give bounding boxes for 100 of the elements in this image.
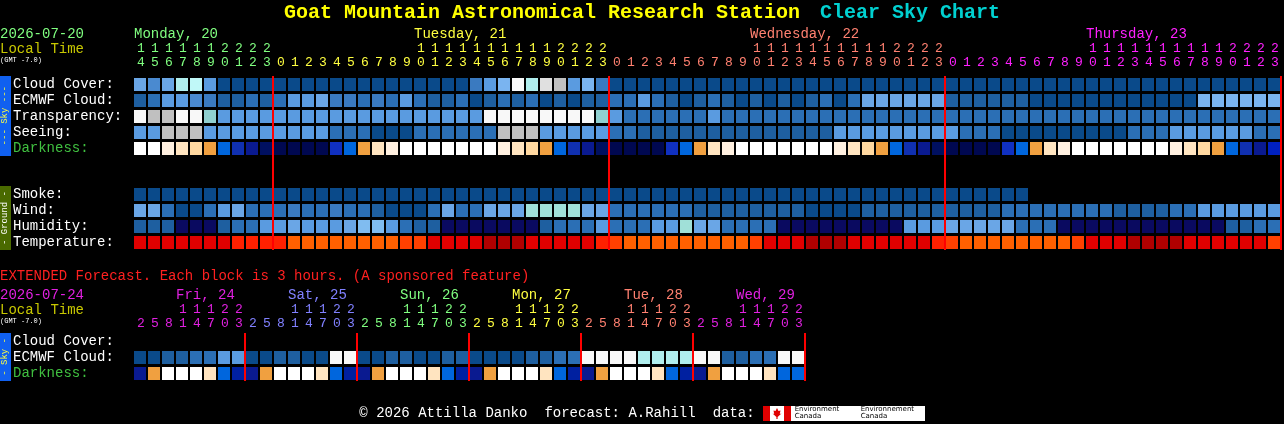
row-label: Cloud Cover: [13, 333, 114, 349]
day-label: Thursday, 23 [1086, 26, 1187, 42]
hour-label: 23 [598, 42, 608, 70]
hour-label: 5 [1018, 56, 1028, 70]
day-label: Fri, 24 [176, 287, 235, 303]
hour-label: 22 [920, 42, 930, 70]
hour-label: 8 [724, 56, 734, 70]
hour-label: 23 [262, 42, 272, 70]
hour-label: 7 [710, 56, 720, 70]
hour-label: 2 [584, 317, 594, 331]
hour-label: 18 [528, 42, 538, 70]
hour-label: 23 [458, 303, 468, 331]
row-label: Wind: [13, 202, 55, 218]
hour-label: 17 [542, 303, 552, 331]
hour-label: 7 [1046, 56, 1056, 70]
hour-label: 20 [332, 303, 342, 331]
hour-label: 11 [290, 303, 300, 331]
hour-label: 9 [1074, 56, 1084, 70]
hour-label: 20 [892, 42, 902, 70]
hour-label: 14 [808, 42, 818, 70]
hour-label: 16 [836, 42, 846, 70]
hour-label: 4 [332, 56, 342, 70]
hour-label: 10 [1088, 42, 1098, 70]
hour-label: 17 [514, 42, 524, 70]
hour-label: 2 [640, 56, 650, 70]
hour-label: 20 [220, 42, 230, 70]
hour-label: 15 [1158, 42, 1168, 70]
row-label: Transparency: [13, 108, 123, 124]
forecast-credit: forecast: A.Rahill [544, 405, 696, 421]
hour-label: 10 [752, 42, 762, 70]
hour-label: 13 [794, 42, 804, 70]
hour-label: 8 [276, 317, 286, 331]
hour-label: 11 [430, 42, 440, 70]
hour-label: 15 [822, 42, 832, 70]
day-label: Monday, 20 [134, 26, 218, 42]
hour-label: 2 [248, 317, 258, 331]
hour-label: 5 [374, 317, 384, 331]
hour-label: 17 [318, 303, 328, 331]
hour-label: 17 [1186, 42, 1196, 70]
hour-label: 4 [668, 56, 678, 70]
day-label: Sat, 25 [288, 287, 347, 303]
hour-label: 0 [948, 56, 958, 70]
local-time-label: Local Time [0, 42, 84, 56]
hour-label: 13 [458, 42, 468, 70]
hour-label: 16 [1172, 42, 1182, 70]
hour-label: 14 [136, 42, 146, 70]
hour-label: 22 [584, 42, 594, 70]
row-label: Humidity: [13, 218, 89, 234]
hour-label: 14 [640, 303, 650, 331]
hour-label: 20 [1228, 42, 1238, 70]
hour-label: 23 [346, 303, 356, 331]
hour-label: 6 [1032, 56, 1042, 70]
day-label: Sun, 26 [400, 287, 459, 303]
hour-label: 16 [500, 42, 510, 70]
hour-label: 8 [1060, 56, 1070, 70]
hour-label: 5 [710, 317, 720, 331]
hour-label: 21 [570, 42, 580, 70]
hour-label: 21 [234, 42, 244, 70]
hour-label: 9 [402, 56, 412, 70]
day-label: Wed, 29 [736, 287, 795, 303]
hour-label: 21 [1242, 42, 1252, 70]
hour-label: 18 [864, 42, 874, 70]
day-label: Tuesday, 21 [414, 26, 507, 42]
hour-label: 14 [528, 303, 538, 331]
hour-label: 14 [752, 303, 762, 331]
hour-label: 18 [192, 42, 202, 70]
row-label: ECMWF Cloud: [13, 92, 114, 108]
hour-label: 2 [304, 56, 314, 70]
hour-label: 11 [514, 303, 524, 331]
row-label: Darkness: [13, 140, 89, 156]
hour-label: 17 [654, 303, 664, 331]
hour-label: 14 [1144, 42, 1154, 70]
hour-label: 8 [500, 317, 510, 331]
hour-label: 2 [136, 317, 146, 331]
hour-label: 23 [794, 303, 804, 331]
hour-label: 16 [164, 42, 174, 70]
hour-label: 6 [696, 56, 706, 70]
day-label: Mon, 27 [512, 287, 571, 303]
flag-icon [762, 405, 791, 421]
row-label: ECMWF Cloud: [13, 349, 114, 365]
hour-label: 8 [612, 317, 622, 331]
local-time-label: Local Time [0, 303, 84, 317]
hour-label: 17 [206, 303, 216, 331]
hour-label: 14 [416, 303, 426, 331]
extended-forecast-heading: EXTENDED Forecast. Each block is 3 hours. (A sponsored feature) [0, 268, 530, 284]
hour-label: 0 [276, 56, 286, 70]
row-label: Smoke: [13, 186, 64, 202]
hour-label: 14 [472, 42, 482, 70]
hour-label: 4 [1004, 56, 1014, 70]
hour-label: 2 [696, 317, 706, 331]
hour-label: 5 [262, 317, 272, 331]
row-label: Darkness: [13, 365, 89, 381]
hour-label: 8 [164, 317, 174, 331]
hour-label: 23 [234, 303, 244, 331]
hour-label: 5 [682, 56, 692, 70]
hour-label: 23 [570, 303, 580, 331]
row-label: Seeing: [13, 124, 72, 140]
hour-label: 15 [486, 42, 496, 70]
hour-label: 20 [556, 303, 566, 331]
row-label: Cloud Cover: [13, 76, 114, 92]
